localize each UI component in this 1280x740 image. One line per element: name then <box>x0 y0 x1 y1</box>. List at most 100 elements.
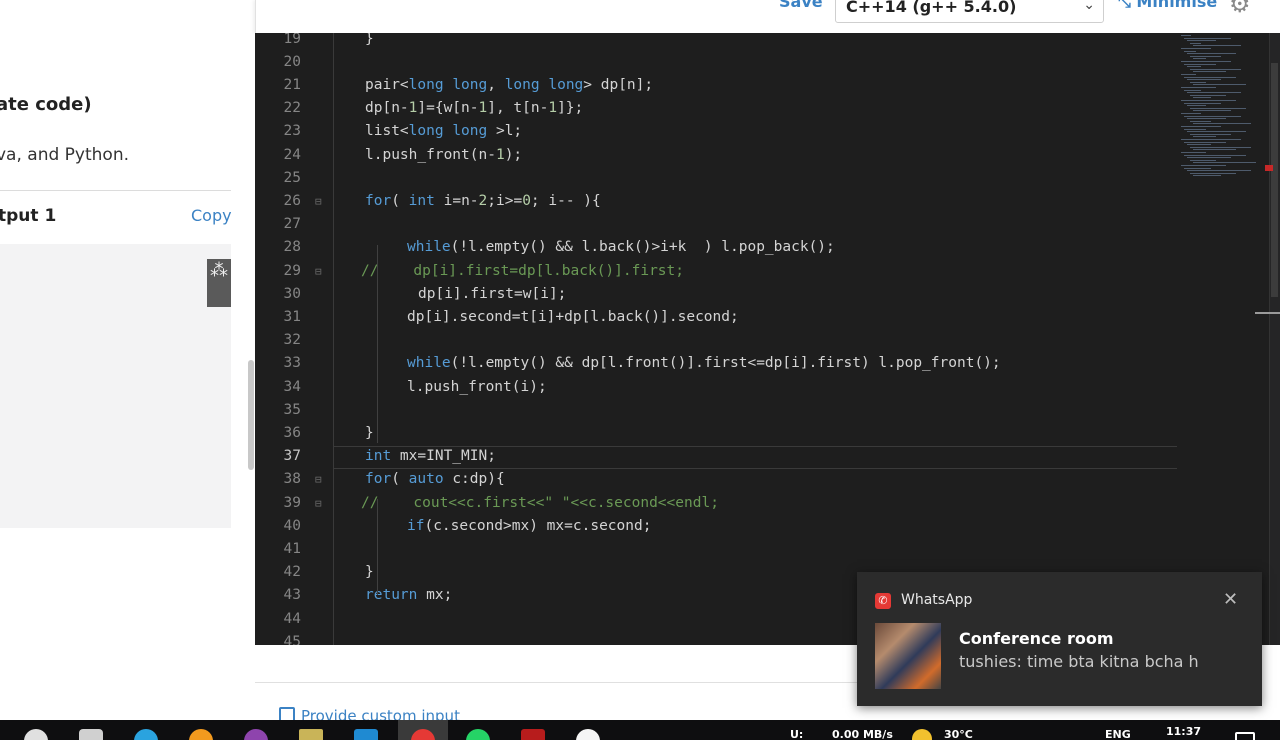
code-line[interactable]: 27 <box>255 213 1177 236</box>
whatsapp-taskbar-icon[interactable] <box>466 729 490 740</box>
language-select[interactable]: C++14 (g++ 5.4.0) ⌄ <box>835 0 1104 23</box>
app-icon[interactable] <box>521 729 545 740</box>
fold-icon[interactable]: ⊟ <box>315 468 322 491</box>
minimap[interactable] <box>1177 33 1269 183</box>
group-avatar <box>875 623 941 689</box>
line-number: 45 <box>283 633 301 645</box>
indent-guide <box>377 245 378 443</box>
code-line[interactable]: 39 ⊟ // cout<<c.first<<" "<<c.second<<endl… <box>255 492 1177 515</box>
code-line[interactable]: 30 dp[i].first=w[i]; <box>255 283 1177 306</box>
document-app-icon[interactable] <box>299 729 323 740</box>
code-line[interactable]: 23 list<long long >l; <box>255 120 1177 143</box>
code-line[interactable]: 21 pair<long long, long long> dp[n]; <box>255 74 1177 97</box>
copy-button[interactable]: Copy <box>191 206 232 225</box>
minimap-line <box>1181 35 1191 36</box>
line-number: 44 <box>283 610 301 627</box>
code-line[interactable]: 20 <box>255 51 1177 74</box>
line-number: 42 <box>283 564 301 581</box>
code-line[interactable]: 26 ⊟ for( int i=n-2;i>=0; i-- ){ <box>255 190 1177 213</box>
minimap-line <box>1187 131 1246 133</box>
fold-icon[interactable]: ⊟ <box>315 260 322 283</box>
minimap-line <box>1193 45 1241 47</box>
media-app-icon[interactable] <box>244 729 268 740</box>
code-line[interactable]: 29 ⊟ // dp[i].first=dp[l.back()].first; <box>255 260 1177 283</box>
code-text: for( auto c:dp){ <box>365 471 505 488</box>
editor-toolbar: Save C++14 (g++ 5.4.0) ⌄ ⤡ Minimise ⚙ <box>255 0 1280 33</box>
line-number: 23 <box>283 123 301 140</box>
code-text: list<long long >l; <box>365 123 523 140</box>
code-line[interactable]: 40 if(c.second>mx) mx=c.second; <box>255 515 1177 538</box>
code-line[interactable]: 41 <box>255 538 1177 561</box>
minimap-line <box>1184 63 1216 65</box>
code-line[interactable]: 22 dp[n-1]={w[n-1], t[n-1]}; <box>255 97 1177 120</box>
code-line[interactable]: 24 l.push_front(n-1); <box>255 144 1177 167</box>
vscode-icon[interactable] <box>354 729 378 740</box>
code-line[interactable]: 19} <box>255 33 1177 51</box>
line-number: 34 <box>283 378 301 395</box>
code-line[interactable]: 33 while(!l.empty() && dp[l.front()].firs… <box>255 352 1177 375</box>
minimise-button[interactable]: ⤡ Minimise <box>1118 0 1217 12</box>
minimap-line <box>1181 61 1231 62</box>
whatsapp-notification[interactable]: ✆ WhatsApp ✕ Conference room tushies: ti… <box>857 572 1262 706</box>
section-heading: ate code) <box>0 94 92 115</box>
code-line[interactable]: 35 <box>255 399 1177 422</box>
net-label: U: <box>790 728 804 740</box>
current-line-highlight <box>334 446 1177 470</box>
minimap-line <box>1181 113 1201 114</box>
whatsapp-icon: ✆ <box>875 593 891 609</box>
paint-app-icon[interactable] <box>24 729 48 740</box>
telegram-icon[interactable] <box>134 729 158 740</box>
left-panel-scrollbar[interactable] <box>248 360 254 470</box>
code-line[interactable]: 28 while(!l.empty() && l.back()>i+k ) l.p… <box>255 236 1177 259</box>
line-number: 43 <box>283 587 301 604</box>
minimap-line <box>1190 55 1221 57</box>
minimap-line <box>1190 172 1236 174</box>
close-icon[interactable]: ✕ <box>1223 589 1238 610</box>
error-marker <box>1265 165 1273 171</box>
minimise-label: Minimise <box>1136 0 1218 11</box>
minimap-line <box>1181 126 1221 127</box>
minimap-line <box>1181 74 1196 75</box>
minimap-line <box>1193 149 1236 151</box>
notification-body: tushies: time bta kitna bcha h <box>959 652 1199 671</box>
divider <box>255 682 875 683</box>
line-number: 28 <box>283 239 301 256</box>
minimap-line <box>1184 37 1231 39</box>
minimap-line <box>1193 162 1256 164</box>
fold-icon[interactable]: ⊟ <box>315 492 322 515</box>
save-button[interactable]: Save <box>779 0 823 11</box>
code-line[interactable]: 31 dp[i].second=t[i]+dp[l.back()].second; <box>255 306 1177 329</box>
sample-output-title: tput 1 <box>0 206 57 226</box>
code-line[interactable]: 32 <box>255 329 1177 352</box>
minimap-line <box>1190 42 1201 44</box>
minimap-line <box>1193 97 1211 99</box>
line-number: 35 <box>283 401 301 418</box>
code-line[interactable]: 34 l.push_front(i); <box>255 376 1177 399</box>
language-indicator[interactable]: ENG <box>1105 728 1131 740</box>
problem-panel: ate code) va, and Python. tput 1 Copy ⁂ <box>0 0 250 720</box>
minimap-line <box>1190 159 1216 161</box>
minimap-line <box>1184 115 1241 117</box>
code-line[interactable]: 38 ⊟ for( auto c:dp){ <box>255 468 1177 491</box>
code-line[interactable]: 25 <box>255 167 1177 190</box>
notification-center-icon[interactable] <box>1235 732 1255 740</box>
language-select-value: C++14 (g++ 5.4.0) <box>846 0 1017 16</box>
xbox-icon[interactable] <box>576 729 600 740</box>
minimap-line <box>1190 68 1241 70</box>
minimap-line <box>1181 152 1206 153</box>
line-number: 38 <box>283 471 301 488</box>
editor-scrollbar-thumb[interactable] <box>1271 63 1278 297</box>
code-text: l.push_front(i); <box>407 378 547 395</box>
clock[interactable]: 11:37 <box>1166 725 1201 738</box>
code-line[interactable]: 36} <box>255 422 1177 445</box>
weather-icon[interactable] <box>912 729 932 740</box>
camera-icon[interactable] <box>79 729 103 740</box>
minimap-line <box>1190 107 1246 109</box>
minimap-line <box>1193 123 1251 125</box>
code-editor[interactable]: 19} 20 21 pair<long long, long long> dp[n];… <box>255 33 1280 645</box>
fold-icon[interactable]: ⊟ <box>315 190 322 213</box>
firefox-icon[interactable] <box>189 729 213 740</box>
scroll-position-marker <box>1255 312 1280 314</box>
gear-icon[interactable]: ⚙ <box>1229 0 1251 18</box>
divider <box>0 190 231 191</box>
